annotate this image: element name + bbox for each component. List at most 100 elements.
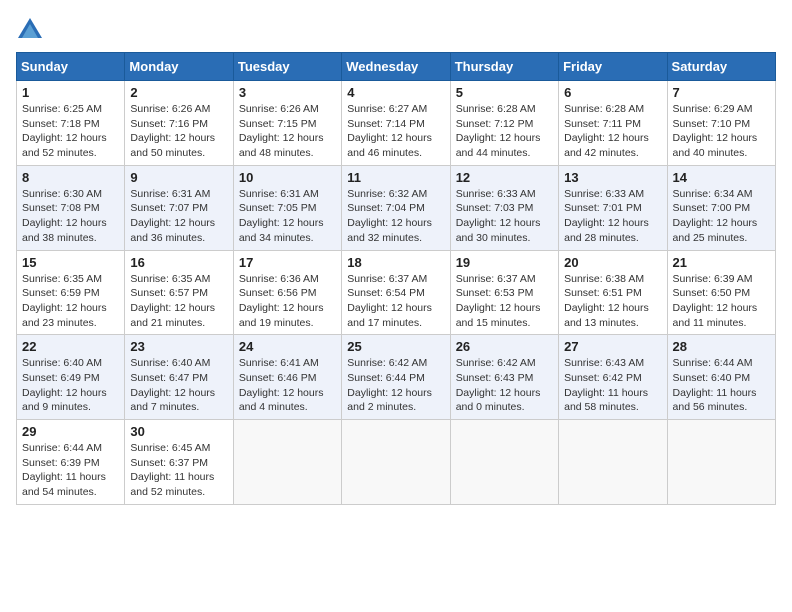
day-info: Sunrise: 6:35 AM Sunset: 6:59 PM Dayligh… [22,272,119,331]
day-number: 29 [22,424,119,439]
calendar-header-thursday: Thursday [450,53,558,81]
page-header [16,16,776,44]
day-info: Sunrise: 6:26 AM Sunset: 7:16 PM Dayligh… [130,102,227,161]
day-info: Sunrise: 6:39 AM Sunset: 6:50 PM Dayligh… [673,272,770,331]
day-number: 14 [673,170,770,185]
day-number: 10 [239,170,336,185]
day-info: Sunrise: 6:28 AM Sunset: 7:12 PM Dayligh… [456,102,553,161]
calendar-cell: 5 Sunrise: 6:28 AM Sunset: 7:12 PM Dayli… [450,81,558,166]
day-info: Sunrise: 6:31 AM Sunset: 7:07 PM Dayligh… [130,187,227,246]
day-number: 17 [239,255,336,270]
day-info: Sunrise: 6:37 AM Sunset: 6:54 PM Dayligh… [347,272,444,331]
day-number: 28 [673,339,770,354]
day-number: 19 [456,255,553,270]
calendar-cell: 2 Sunrise: 6:26 AM Sunset: 7:16 PM Dayli… [125,81,233,166]
day-number: 15 [22,255,119,270]
day-number: 12 [456,170,553,185]
calendar-cell: 9 Sunrise: 6:31 AM Sunset: 7:07 PM Dayli… [125,165,233,250]
calendar-cell: 17 Sunrise: 6:36 AM Sunset: 6:56 PM Dayl… [233,250,341,335]
calendar-header-friday: Friday [559,53,667,81]
calendar-header-row: SundayMondayTuesdayWednesdayThursdayFrid… [17,53,776,81]
calendar-cell: 21 Sunrise: 6:39 AM Sunset: 6:50 PM Dayl… [667,250,775,335]
day-info: Sunrise: 6:42 AM Sunset: 6:44 PM Dayligh… [347,356,444,415]
calendar-cell: 12 Sunrise: 6:33 AM Sunset: 7:03 PM Dayl… [450,165,558,250]
day-number: 5 [456,85,553,100]
day-info: Sunrise: 6:28 AM Sunset: 7:11 PM Dayligh… [564,102,661,161]
day-number: 2 [130,85,227,100]
calendar-cell: 30 Sunrise: 6:45 AM Sunset: 6:37 PM Dayl… [125,420,233,505]
calendar-table: SundayMondayTuesdayWednesdayThursdayFrid… [16,52,776,505]
calendar-cell: 13 Sunrise: 6:33 AM Sunset: 7:01 PM Dayl… [559,165,667,250]
day-number: 22 [22,339,119,354]
calendar-cell: 8 Sunrise: 6:30 AM Sunset: 7:08 PM Dayli… [17,165,125,250]
calendar-header-sunday: Sunday [17,53,125,81]
day-number: 11 [347,170,444,185]
day-number: 24 [239,339,336,354]
day-info: Sunrise: 6:25 AM Sunset: 7:18 PM Dayligh… [22,102,119,161]
calendar-header-saturday: Saturday [667,53,775,81]
calendar-cell [559,420,667,505]
calendar-cell: 15 Sunrise: 6:35 AM Sunset: 6:59 PM Dayl… [17,250,125,335]
day-number: 27 [564,339,661,354]
day-info: Sunrise: 6:33 AM Sunset: 7:03 PM Dayligh… [456,187,553,246]
day-number: 25 [347,339,444,354]
calendar-cell: 7 Sunrise: 6:29 AM Sunset: 7:10 PM Dayli… [667,81,775,166]
day-number: 8 [22,170,119,185]
calendar-cell: 23 Sunrise: 6:40 AM Sunset: 6:47 PM Dayl… [125,335,233,420]
calendar-cell: 20 Sunrise: 6:38 AM Sunset: 6:51 PM Dayl… [559,250,667,335]
calendar-cell: 1 Sunrise: 6:25 AM Sunset: 7:18 PM Dayli… [17,81,125,166]
day-info: Sunrise: 6:44 AM Sunset: 6:39 PM Dayligh… [22,441,119,500]
calendar-cell: 27 Sunrise: 6:43 AM Sunset: 6:42 PM Dayl… [559,335,667,420]
day-number: 1 [22,85,119,100]
day-number: 4 [347,85,444,100]
calendar-header-monday: Monday [125,53,233,81]
day-number: 20 [564,255,661,270]
calendar-cell: 29 Sunrise: 6:44 AM Sunset: 6:39 PM Dayl… [17,420,125,505]
day-info: Sunrise: 6:26 AM Sunset: 7:15 PM Dayligh… [239,102,336,161]
logo-icon [16,16,44,44]
calendar-cell: 4 Sunrise: 6:27 AM Sunset: 7:14 PM Dayli… [342,81,450,166]
day-info: Sunrise: 6:45 AM Sunset: 6:37 PM Dayligh… [130,441,227,500]
day-number: 30 [130,424,227,439]
calendar-week-row: 15 Sunrise: 6:35 AM Sunset: 6:59 PM Dayl… [17,250,776,335]
calendar-week-row: 8 Sunrise: 6:30 AM Sunset: 7:08 PM Dayli… [17,165,776,250]
calendar-cell [450,420,558,505]
calendar-cell: 19 Sunrise: 6:37 AM Sunset: 6:53 PM Dayl… [450,250,558,335]
day-info: Sunrise: 6:32 AM Sunset: 7:04 PM Dayligh… [347,187,444,246]
calendar-header-tuesday: Tuesday [233,53,341,81]
calendar-cell: 24 Sunrise: 6:41 AM Sunset: 6:46 PM Dayl… [233,335,341,420]
calendar-cell: 10 Sunrise: 6:31 AM Sunset: 7:05 PM Dayl… [233,165,341,250]
calendar-cell: 22 Sunrise: 6:40 AM Sunset: 6:49 PM Dayl… [17,335,125,420]
calendar-cell [233,420,341,505]
calendar-cell: 28 Sunrise: 6:44 AM Sunset: 6:40 PM Dayl… [667,335,775,420]
day-info: Sunrise: 6:37 AM Sunset: 6:53 PM Dayligh… [456,272,553,331]
day-number: 16 [130,255,227,270]
day-number: 23 [130,339,227,354]
day-info: Sunrise: 6:42 AM Sunset: 6:43 PM Dayligh… [456,356,553,415]
calendar-cell [667,420,775,505]
day-number: 6 [564,85,661,100]
day-info: Sunrise: 6:27 AM Sunset: 7:14 PM Dayligh… [347,102,444,161]
calendar-cell: 26 Sunrise: 6:42 AM Sunset: 6:43 PM Dayl… [450,335,558,420]
calendar-cell: 3 Sunrise: 6:26 AM Sunset: 7:15 PM Dayli… [233,81,341,166]
day-info: Sunrise: 6:31 AM Sunset: 7:05 PM Dayligh… [239,187,336,246]
day-number: 21 [673,255,770,270]
calendar-week-row: 29 Sunrise: 6:44 AM Sunset: 6:39 PM Dayl… [17,420,776,505]
day-number: 9 [130,170,227,185]
day-info: Sunrise: 6:36 AM Sunset: 6:56 PM Dayligh… [239,272,336,331]
day-info: Sunrise: 6:33 AM Sunset: 7:01 PM Dayligh… [564,187,661,246]
day-info: Sunrise: 6:34 AM Sunset: 7:00 PM Dayligh… [673,187,770,246]
calendar-cell [342,420,450,505]
day-number: 13 [564,170,661,185]
calendar-cell: 18 Sunrise: 6:37 AM Sunset: 6:54 PM Dayl… [342,250,450,335]
logo [16,16,48,44]
day-info: Sunrise: 6:40 AM Sunset: 6:49 PM Dayligh… [22,356,119,415]
day-info: Sunrise: 6:35 AM Sunset: 6:57 PM Dayligh… [130,272,227,331]
day-info: Sunrise: 6:30 AM Sunset: 7:08 PM Dayligh… [22,187,119,246]
calendar-cell: 6 Sunrise: 6:28 AM Sunset: 7:11 PM Dayli… [559,81,667,166]
day-info: Sunrise: 6:40 AM Sunset: 6:47 PM Dayligh… [130,356,227,415]
calendar-cell: 25 Sunrise: 6:42 AM Sunset: 6:44 PM Dayl… [342,335,450,420]
calendar-cell: 14 Sunrise: 6:34 AM Sunset: 7:00 PM Dayl… [667,165,775,250]
day-number: 3 [239,85,336,100]
day-number: 18 [347,255,444,270]
